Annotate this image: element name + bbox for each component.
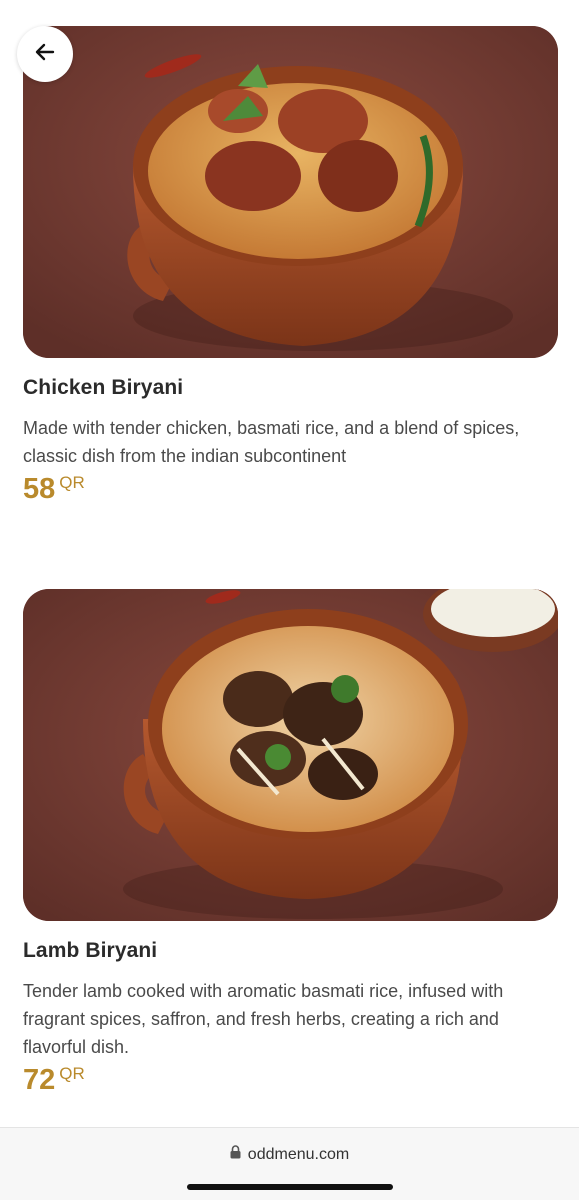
chicken-biryani-photo xyxy=(23,26,558,358)
menu-item-lamb-biryani[interactable]: Lamb Biryani Tender lamb cooked with aro… xyxy=(23,589,558,1097)
price-amount: 58 xyxy=(23,473,56,505)
price-currency: QR xyxy=(59,1064,85,1083)
item-price: 72 QR xyxy=(23,1063,558,1097)
item-title: Lamb Biryani xyxy=(23,939,158,962)
lamb-biryani-photo xyxy=(23,589,558,921)
back-button[interactable] xyxy=(17,26,73,82)
arrow-left-icon xyxy=(33,40,57,69)
address-bar[interactable]: oddmenu.com xyxy=(0,1145,579,1164)
item-description: Tender lamb cooked with aromatic basmati… xyxy=(23,981,504,1057)
item-title: Chicken Biryani xyxy=(23,376,184,399)
price-currency: QR xyxy=(59,473,85,492)
url-text: oddmenu.com xyxy=(247,1145,350,1163)
item-description: Made with tender chicken, basmati rice, … xyxy=(23,418,520,466)
lock-icon xyxy=(230,1145,241,1164)
browser-bottom-bar: oddmenu.com xyxy=(0,1127,579,1200)
menu-page: Chicken Biryani Made with tender chicken… xyxy=(0,0,579,1200)
menu-item-chicken-biryani[interactable]: Chicken Biryani Made with tender chicken… xyxy=(23,26,558,506)
price-amount: 72 xyxy=(23,1064,56,1096)
home-indicator[interactable] xyxy=(187,1184,393,1190)
item-price: 58 QR xyxy=(23,472,558,506)
